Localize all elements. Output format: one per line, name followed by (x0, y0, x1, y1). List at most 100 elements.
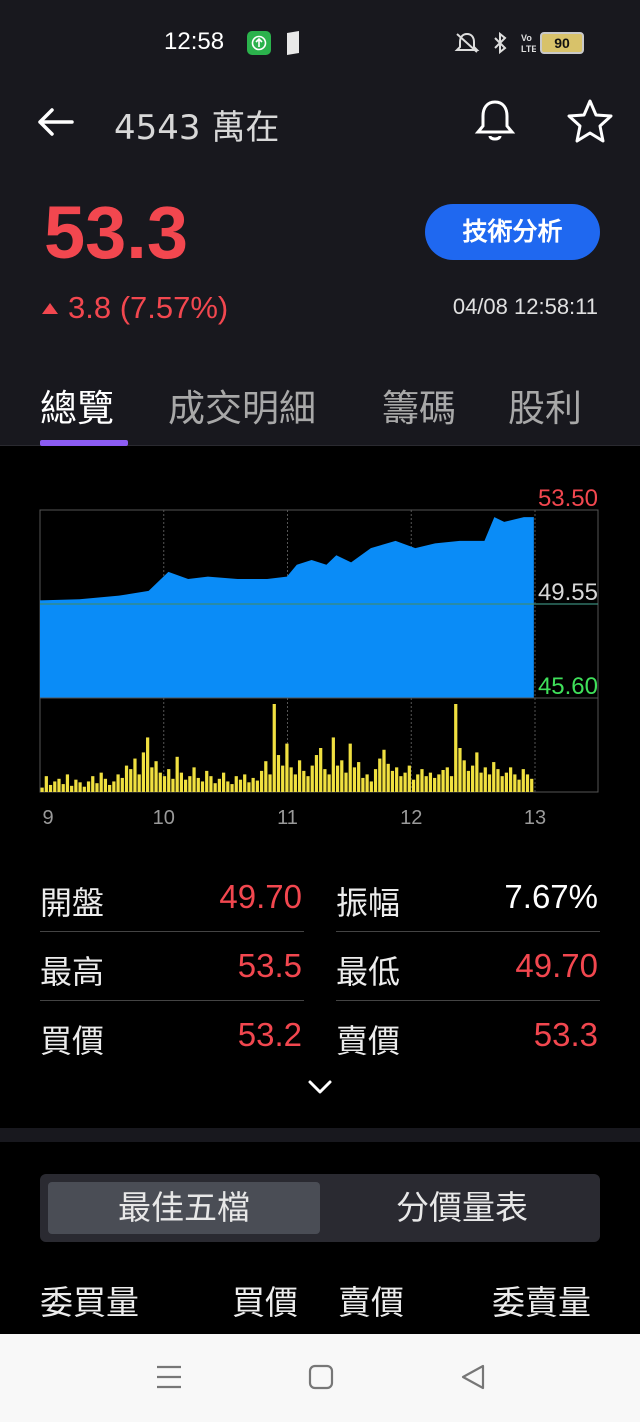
volume-bar (335, 765, 340, 792)
volume-bar (154, 761, 158, 792)
expand-stats-button[interactable] (306, 1076, 334, 1098)
svg-text:LTE: LTE (521, 44, 536, 54)
volume-bar (234, 776, 238, 792)
volume-bar (293, 774, 297, 792)
stat-value: 49.70 (515, 947, 598, 984)
volume-bar (103, 778, 108, 792)
square-icon (308, 1364, 334, 1390)
back-button[interactable] (36, 104, 76, 140)
volume-bar (120, 777, 124, 792)
volume-bar (331, 737, 335, 792)
volume-bar (521, 769, 525, 792)
volume-bar (399, 776, 403, 792)
star-icon (567, 99, 613, 143)
volume-bar (483, 767, 487, 792)
stat-amplitude: 振幅 7.67% (336, 866, 600, 932)
x-tick-label: 11 (277, 807, 298, 829)
stat-label: 最高 (40, 953, 105, 991)
volume-bar (150, 767, 154, 792)
volume-bar (188, 776, 192, 792)
home-button[interactable] (308, 1362, 334, 1396)
volume-bar (509, 767, 513, 792)
volume-bar (129, 769, 133, 792)
volume-bar (479, 772, 483, 792)
stat-label: 最低 (336, 953, 401, 991)
tab-chips[interactable]: 籌碼 (382, 378, 456, 432)
quote-stats: 開盤 49.70 振幅 7.67% 最高 53.5 最低 49.70 買價 53… (40, 866, 600, 1073)
volume-bar (243, 774, 247, 792)
volume-bar (424, 776, 428, 792)
segment-best-five[interactable]: 最佳五檔 (48, 1182, 320, 1234)
volume-bar (65, 774, 70, 792)
favorite-button[interactable] (566, 98, 614, 144)
volume-bar (281, 765, 285, 792)
volume-bar (112, 781, 116, 792)
volume-bar (238, 779, 243, 792)
volume-bar (192, 767, 196, 792)
stat-label: 開盤 (40, 884, 105, 922)
volume-bar (158, 772, 162, 792)
volume-bar (268, 774, 272, 792)
volume-bar (276, 755, 281, 792)
column-bid-price: 買價 (232, 1283, 298, 1322)
stat-value: 53.5 (237, 947, 302, 984)
volume-bar (302, 770, 306, 792)
volume-bar (504, 772, 509, 792)
tab-dividends[interactable]: 股利 (508, 378, 582, 432)
volume-bar (289, 767, 293, 792)
tab-overview[interactable]: 總覽 (40, 378, 114, 432)
volume-bar (513, 774, 517, 792)
volume-bar (184, 779, 188, 792)
section-divider (0, 1128, 640, 1142)
volume-bar (213, 783, 217, 792)
tab-trade-details[interactable]: 成交明細 (168, 378, 316, 432)
volume-bar (378, 758, 382, 792)
volume-bar (466, 770, 471, 792)
stat-label: 買價 (40, 1022, 105, 1060)
volume-bar (141, 752, 146, 792)
volume-bar (496, 769, 500, 792)
price-reference-label: 49.55 (538, 579, 598, 606)
volume-bar (70, 785, 74, 792)
volume-bar (428, 772, 433, 792)
volume-bar (441, 770, 445, 792)
tab-active-indicator (40, 440, 128, 446)
battery-icon: 90 (540, 32, 584, 54)
volume-bar (171, 778, 175, 792)
triangle-back-icon (461, 1364, 485, 1390)
volume-bar (124, 765, 129, 792)
volume-bar (411, 779, 416, 792)
segment-price-volume[interactable]: 分價量表 (332, 1182, 592, 1234)
volume-bar (327, 774, 331, 792)
volume-bar (297, 760, 302, 792)
stock-header: 4543 萬在 53.3 3.8 (7.57%) 技術分析 04/08 12:5… (0, 86, 640, 446)
alert-button[interactable] (472, 98, 518, 144)
current-price: 53.3 (44, 191, 189, 274)
volume-bar (146, 737, 150, 792)
volume-bar (454, 704, 458, 792)
stat-value: 7.67% (504, 878, 598, 915)
volume-bar (40, 787, 44, 792)
volume-bar (137, 774, 141, 792)
volume-bar (78, 782, 82, 792)
volume-bar (95, 783, 99, 792)
volume-bar (500, 776, 504, 792)
volume-bar (251, 777, 255, 792)
volume-bar (369, 781, 373, 792)
arrow-left-icon (38, 108, 74, 136)
recent-apps-button[interactable] (156, 1362, 182, 1396)
volume-bar (179, 772, 184, 792)
back-nav-button[interactable] (460, 1362, 486, 1396)
intraday-chart[interactable]: 53.50 49.55 45.60 9 10 11 12 13 (0, 480, 640, 840)
volume-bar (226, 781, 230, 792)
volume-bar (471, 765, 475, 792)
volume-bar (530, 778, 534, 792)
volume-bar (340, 760, 344, 792)
chart-svg: 53.50 49.55 45.60 9 10 11 12 13 (39, 485, 599, 829)
volte-icon: Vo LTE (520, 31, 537, 59)
volume-bar (196, 777, 200, 792)
technical-analysis-button[interactable]: 技術分析 (425, 204, 600, 260)
volume-bar (416, 774, 420, 792)
price-high-label: 53.50 (538, 485, 598, 512)
document-icon (285, 31, 301, 59)
